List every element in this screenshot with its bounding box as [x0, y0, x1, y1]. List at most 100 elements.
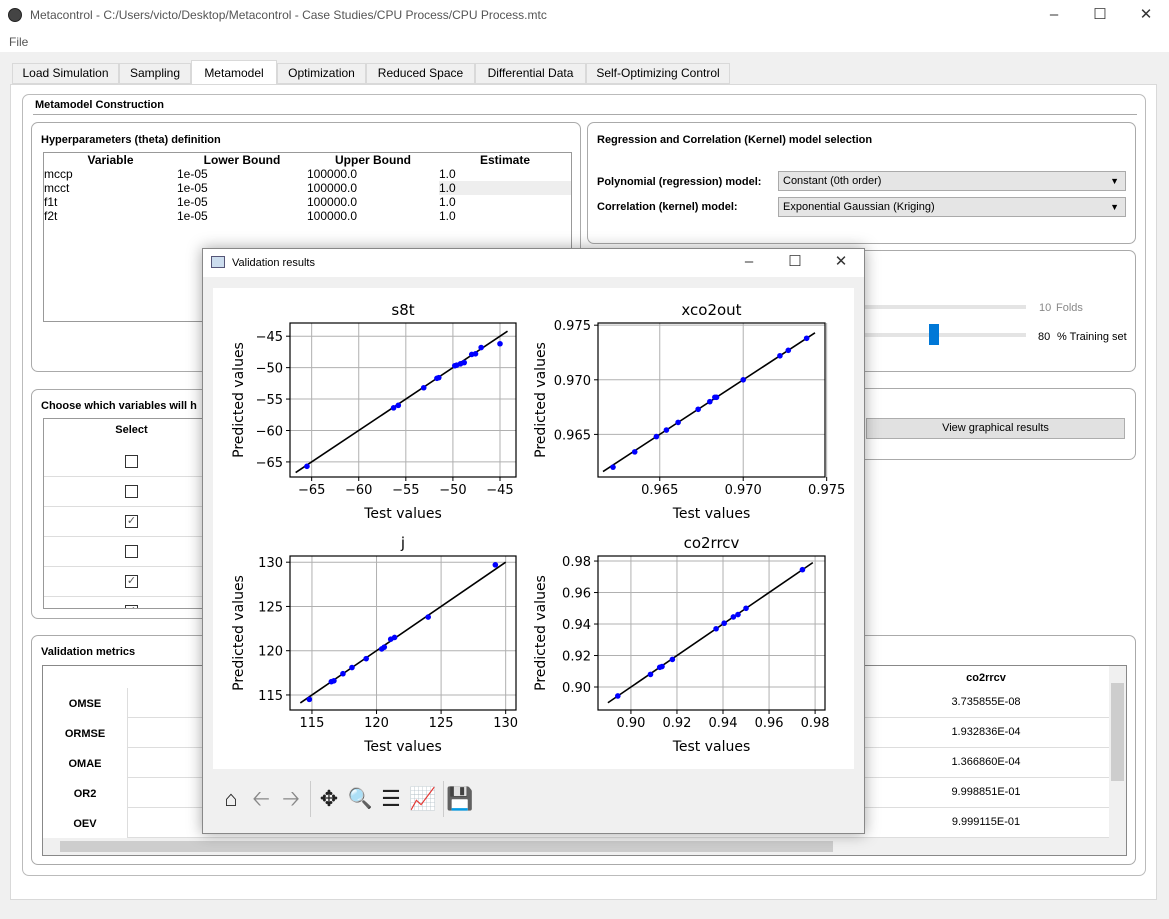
model-selection-group: Regression and Correlation (Kernel) mode… — [587, 122, 1136, 244]
polynomial-model-select[interactable]: Constant (0th order) ▼ — [778, 171, 1126, 191]
row-header: OR2 — [73, 788, 97, 800]
data-point — [497, 340, 503, 347]
app-logo-icon — [8, 8, 22, 22]
tab-load-simulation[interactable]: Load Simulation — [12, 63, 119, 84]
home-icon[interactable]: ⌂ — [217, 785, 245, 813]
header-co2rrcv: co2rrcv — [966, 672, 1006, 684]
training-slider[interactable] — [858, 333, 1026, 337]
cell[interactable]: 100000.0 — [307, 209, 439, 223]
tab-reduced-space[interactable]: Reduced Space — [366, 63, 475, 84]
zoom-icon[interactable]: 🔍 — [346, 785, 374, 813]
save-icon[interactable]: 💾 — [446, 785, 474, 813]
table-row[interactable]: mcct 1e-05 100000.0 1.0 — [44, 181, 571, 195]
horizontal-scrollbar[interactable] — [43, 838, 1126, 855]
forward-icon[interactable]: 🡢 — [277, 785, 305, 813]
cell[interactable]: 1.0 — [439, 195, 571, 209]
data-point — [381, 644, 388, 650]
metric-value: 9.999115E-01 — [951, 816, 1021, 828]
cell[interactable]: 1e-05 — [177, 181, 307, 195]
configure-subplots-icon[interactable]: ☰ — [377, 785, 405, 813]
table-row[interactable]: f2t 1e-05 100000.0 1.0 — [44, 209, 571, 223]
cell[interactable]: 1e-05 — [177, 209, 307, 223]
x-tick-label: −55 — [392, 483, 419, 498]
y-axis-label: Predicted values — [533, 575, 549, 691]
y-tick-label: 0.975 — [554, 319, 591, 334]
cell[interactable]: 100000.0 — [307, 167, 439, 181]
polynomial-label: Polynomial (regression) model: — [597, 176, 762, 188]
header-select: Select — [115, 424, 148, 436]
data-point — [425, 614, 431, 620]
vertical-scrollbar[interactable] — [1109, 666, 1126, 838]
tab-self-optimizing-control[interactable]: Self-Optimizing Control — [586, 63, 730, 84]
header-estimate: Estimate — [479, 153, 531, 167]
select-checkbox[interactable]: ✓ — [125, 575, 138, 588]
cell[interactable]: 1.0 — [439, 209, 571, 223]
group-title: Metamodel Construction — [35, 99, 164, 111]
data-point — [743, 605, 749, 612]
figure-canvas[interactable]: −65 −60 −55 −50 −45 −65 −60 −55 −50 −45 s8t Test va… — [213, 288, 854, 769]
data-point — [713, 625, 719, 632]
back-icon[interactable]: 🡠 — [247, 785, 275, 813]
folds-label: Folds — [1056, 302, 1083, 314]
chevron-down-icon: ▼ — [1110, 176, 1119, 186]
close-button[interactable]: ✕ — [1123, 0, 1169, 30]
menu-file[interactable]: File — [9, 35, 28, 49]
row-header: OMSE — [68, 698, 102, 710]
dialog-close-button[interactable]: ✕ — [818, 249, 864, 275]
dialog-title-bar: Validation results – ☐ ✕ — [203, 249, 864, 277]
subplot-co2rrcv: 0.90 0.92 0.94 0.96 0.98 0.90 0.92 0.94 0.96 0.98… — [533, 534, 830, 755]
metric-value: 1.366860E-04 — [951, 756, 1021, 768]
training-slider-handle[interactable] — [929, 324, 939, 345]
maximize-button[interactable]: ☐ — [1077, 0, 1123, 30]
folds-slider[interactable] — [858, 305, 1026, 309]
tab-optimization[interactable]: Optimization — [277, 63, 366, 84]
cell: f1t — [44, 195, 58, 209]
data-point — [695, 406, 701, 413]
select-checkbox[interactable]: ✓ — [125, 605, 138, 608]
y-tick-label: −55 — [256, 393, 283, 408]
select-checkbox[interactable]: ✓ — [125, 515, 138, 528]
window-title: Metacontrol - C:/Users/victo/Desktop/Met… — [30, 8, 547, 22]
dialog-maximize-button[interactable]: ☐ — [772, 249, 818, 275]
cell[interactable]: 1.0 — [439, 181, 571, 195]
cell[interactable]: 1.0 — [439, 167, 571, 181]
pan-icon[interactable]: ✥ — [315, 785, 343, 813]
row-header: OEV — [73, 818, 97, 830]
edit-axes-icon[interactable]: 📈 — [409, 785, 437, 813]
header-variable: Variable — [87, 153, 134, 167]
data-point — [707, 398, 713, 405]
table-row[interactable]: f1t 1e-05 100000.0 1.0 — [44, 195, 571, 209]
y-tick-label: 0.92 — [562, 650, 591, 665]
select-checkbox[interactable] — [125, 545, 138, 558]
cell[interactable]: 1e-05 — [177, 167, 307, 181]
data-point — [713, 394, 720, 401]
x-tick-label: 125 — [429, 716, 454, 731]
y-tick-label: −65 — [256, 456, 283, 471]
select-checkbox[interactable] — [125, 485, 138, 498]
view-graphical-results-button[interactable]: View graphical results — [866, 418, 1125, 439]
dialog-minimize-button[interactable]: – — [726, 249, 772, 275]
row-header: OMAE — [68, 758, 102, 770]
select-checkbox[interactable] — [125, 455, 138, 468]
header-upper-bound: Upper Bound — [335, 153, 411, 167]
data-point — [306, 696, 313, 703]
x-axis-label: Test values — [672, 506, 751, 522]
minimize-button[interactable]: – — [1031, 0, 1077, 30]
data-point — [799, 566, 806, 573]
tab-metamodel[interactable]: Metamodel — [191, 60, 277, 85]
cell[interactable]: 1e-05 — [177, 195, 307, 209]
subplot-xco2out: 0.965 0.970 0.975 0.965 0.970 0.975 xco2out Tes… — [533, 301, 845, 522]
identity-line — [607, 561, 814, 704]
cell[interactable]: 100000.0 — [307, 181, 439, 195]
training-label: % Training set — [1057, 331, 1127, 343]
y-tick-label: 125 — [258, 600, 283, 615]
data-point — [478, 344, 484, 351]
tab-differential-data[interactable]: Differential Data — [475, 63, 586, 84]
table-row[interactable]: mccp 1e-05 100000.0 1.0 — [44, 167, 571, 181]
metric-value: 9.998851E-01 — [951, 786, 1021, 798]
data-point — [304, 463, 310, 470]
cell[interactable]: 100000.0 — [307, 195, 439, 209]
metric-value: 3.735855E-08 — [951, 696, 1021, 708]
tab-sampling[interactable]: Sampling — [119, 63, 191, 84]
correlation-model-select[interactable]: Exponential Gaussian (Kriging) ▼ — [778, 197, 1126, 217]
